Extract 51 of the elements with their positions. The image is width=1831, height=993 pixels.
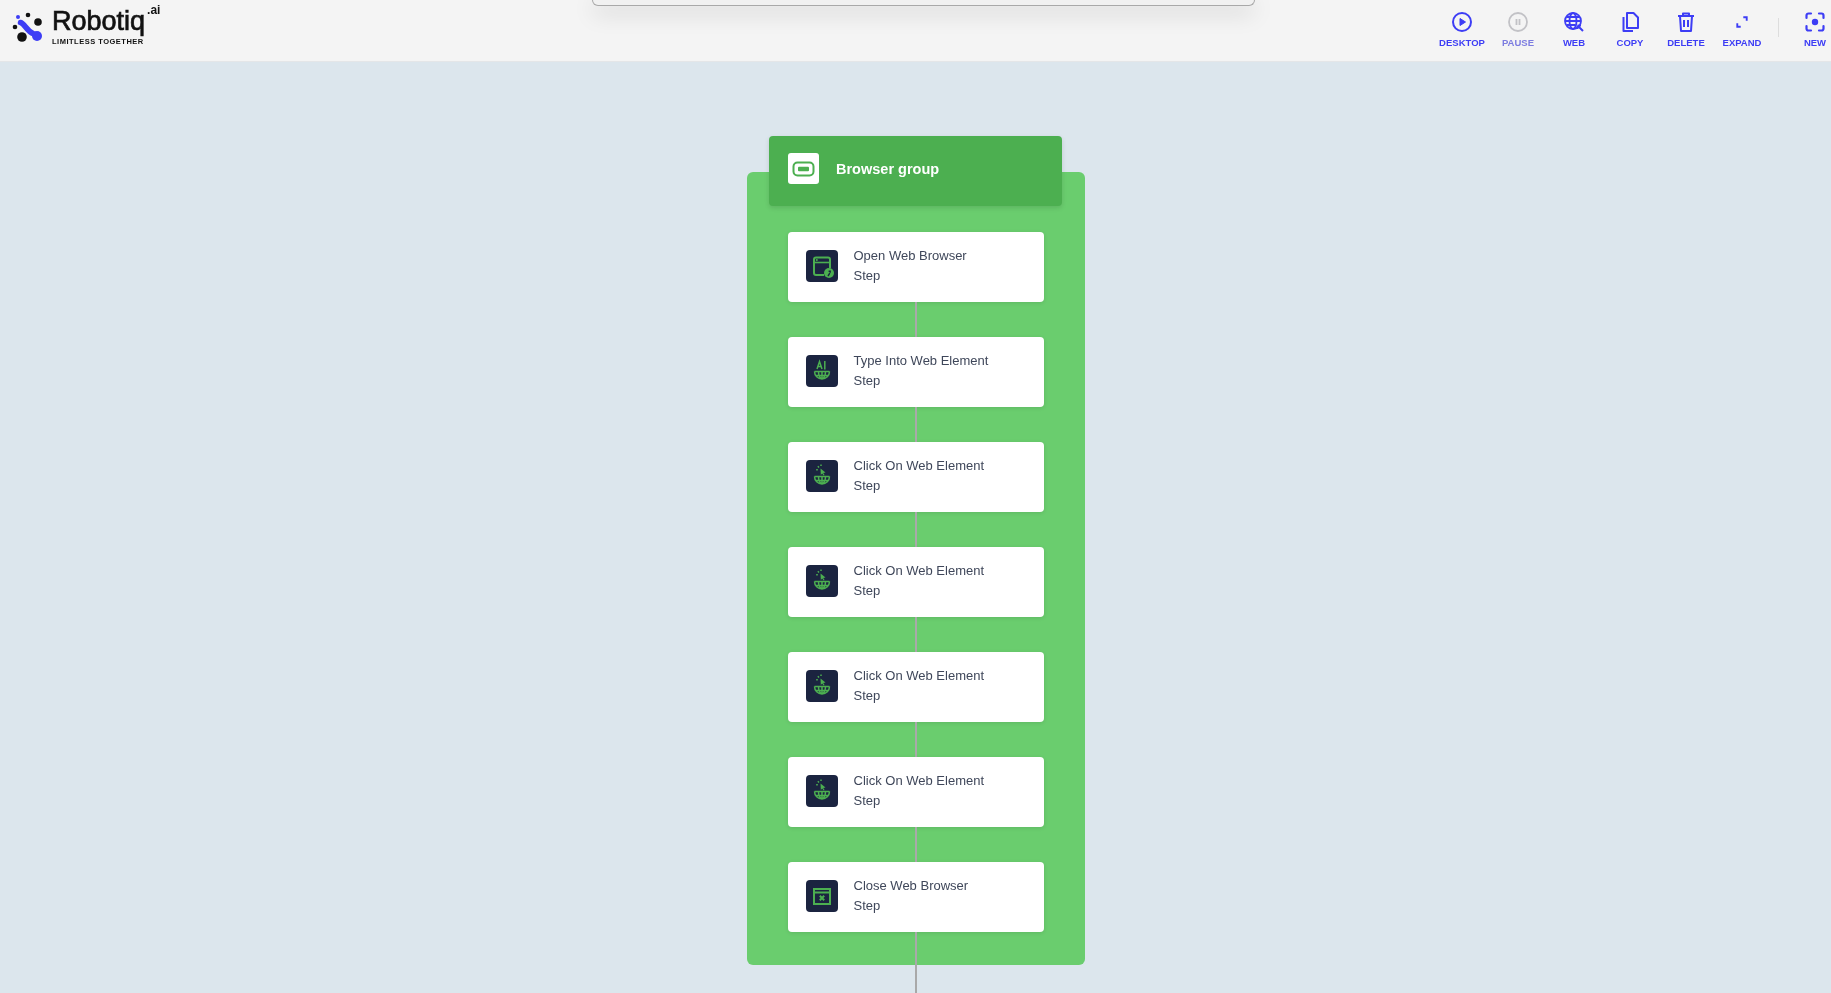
play-circle-icon [1452, 11, 1472, 32]
step-card[interactable]: Click On Web Element Step [787, 442, 1044, 512]
copy-icon [1620, 11, 1640, 32]
step-label: Step [853, 896, 882, 915]
connector-line [914, 827, 917, 862]
toolbar-button[interactable]: COPY [1602, 0, 1658, 61]
step-card[interactable]: Open Web Browser Step [787, 232, 1044, 302]
browser-window-icon [805, 249, 838, 282]
step-label: Step [853, 476, 882, 495]
cursor-globe-icon [805, 774, 838, 807]
step-card[interactable]: Click On Web Element Step [787, 547, 1044, 617]
step-title: Click On Web Element [853, 771, 985, 790]
connector-line [914, 512, 917, 547]
step-title: Open Web Browser [853, 246, 967, 265]
toolbar-button[interactable]: WEB [1546, 0, 1602, 61]
step-card[interactable]: Click On Web Element Step [787, 757, 1044, 827]
connector-line [914, 617, 917, 652]
logo-superscript: .ai [147, 4, 161, 16]
step-title: Click On Web Element [853, 456, 985, 475]
cursor-globe-icon [805, 459, 838, 492]
trash-icon [1676, 11, 1696, 32]
step-card[interactable]: Type Into Web Element Step [787, 337, 1044, 407]
step-label: Step [853, 581, 882, 600]
logo-icon [12, 12, 43, 43]
cursor-globe-icon [805, 564, 838, 597]
group-title: Browser group [836, 160, 940, 177]
close-window-icon [805, 879, 838, 912]
toolbar-button[interactable]: DELETE [1658, 0, 1714, 61]
step-label: Step [853, 791, 882, 810]
step-title: Click On Web Element [853, 561, 985, 580]
step-label: Step [853, 686, 882, 705]
step-label: Step [853, 266, 882, 285]
step-card[interactable]: Click On Web Element Step [787, 652, 1044, 722]
container-icon [788, 153, 819, 184]
globe-cursor-icon [1564, 11, 1584, 32]
step-title: Click On Web Element [853, 666, 985, 685]
connector-line [914, 407, 917, 442]
pause-circle-icon [1508, 11, 1528, 32]
toolbar-button[interactable]: EXPAND [1714, 0, 1770, 61]
step-title: Close Web Browser [853, 876, 969, 895]
scan-frame-icon [1805, 11, 1825, 32]
step-label: Step [853, 371, 882, 390]
expand-icon [1736, 15, 1748, 28]
cursor-globe-icon [805, 669, 838, 702]
text-cursor-globe-icon [805, 354, 838, 387]
step-title: Type Into Web Element [853, 351, 989, 370]
toolbar-button[interactable]: DESKTOP [1434, 0, 1490, 61]
step-card[interactable]: Close Web Browser Step [787, 862, 1044, 932]
toolbar-button[interactable]: NEW [1799, 0, 1831, 61]
connector-line [914, 302, 917, 337]
connector-line [914, 722, 917, 757]
